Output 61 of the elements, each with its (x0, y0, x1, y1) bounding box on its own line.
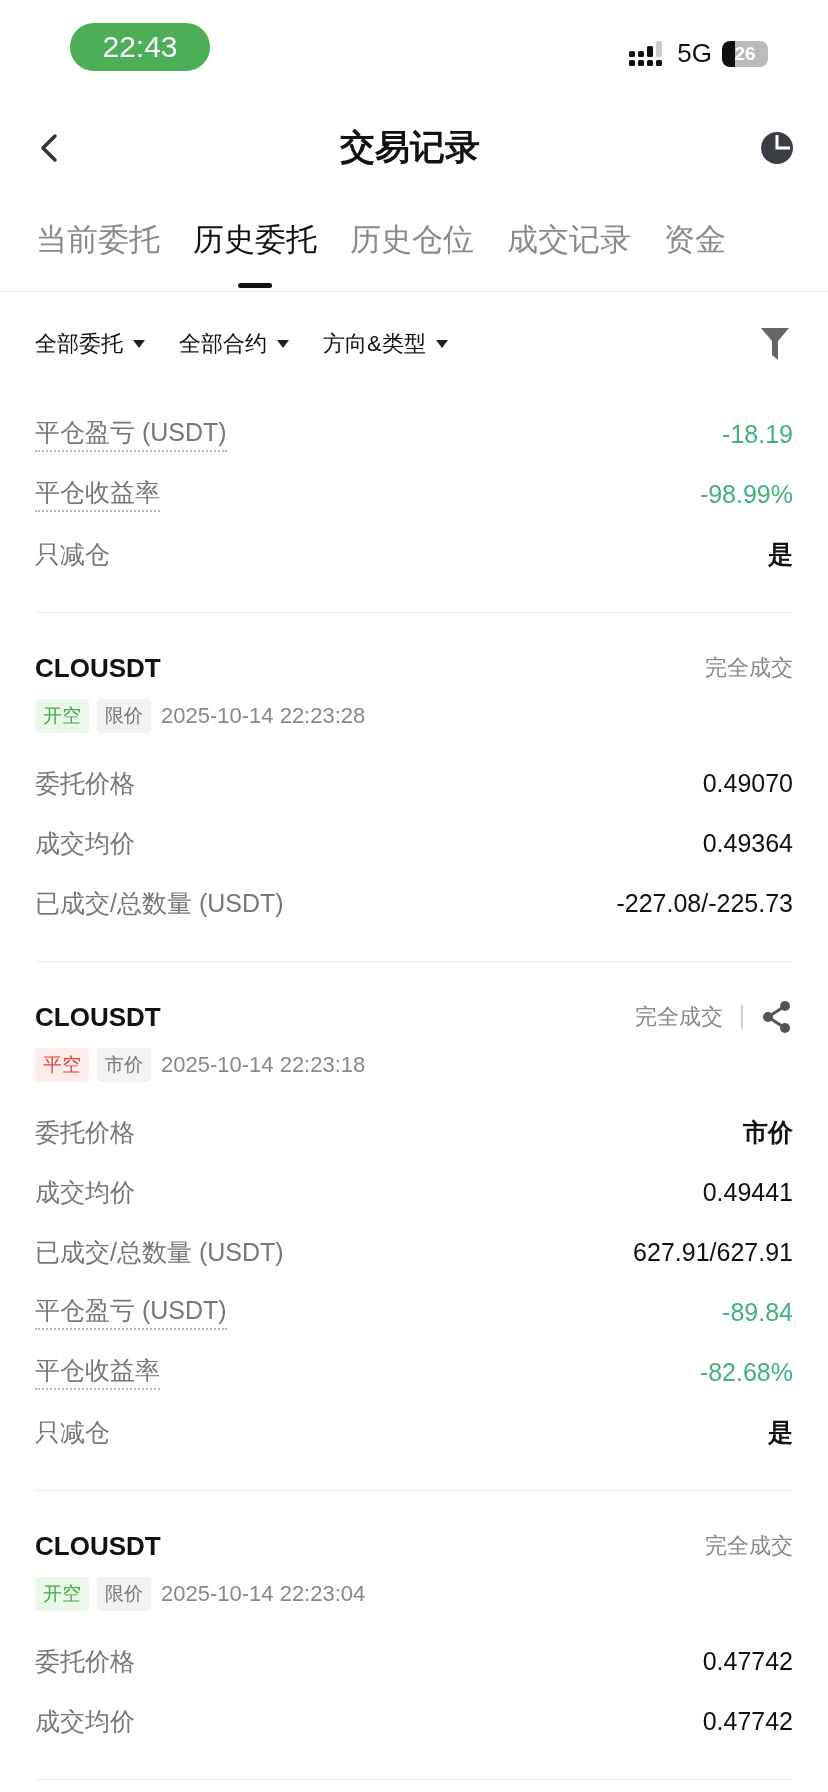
symbol-name: CLOUSDT (35, 1001, 161, 1033)
field-label: 委托价格 (35, 1645, 135, 1677)
network-label: 5G (677, 38, 712, 69)
field-label: 成交均价 (35, 1705, 135, 1737)
order-time: 2025-10-14 22:23:04 (161, 1581, 366, 1607)
field-value: 627.91/627.91 (633, 1237, 793, 1267)
share-icon (761, 1000, 793, 1034)
field-value: 是 (768, 1416, 793, 1448)
field-value: 0.47742 (702, 1706, 793, 1736)
order-tag: 开空 (35, 699, 89, 733)
order-tag: 平空 (35, 1048, 89, 1082)
field-value: 是 (768, 538, 793, 570)
field-value: 0.47742 (702, 1646, 793, 1676)
battery-icon: 26 (722, 40, 768, 67)
field-label: 已成交/总数量 (USDT) (35, 887, 284, 919)
clock-time: 22:43 (70, 22, 210, 71)
order-time: 2025-10-14 22:23:28 (161, 703, 366, 729)
field-label: 平仓盈亏 (USDT) (35, 1294, 227, 1330)
back-icon (38, 132, 60, 163)
order-status: 完全成交 (705, 654, 793, 682)
back-button[interactable] (38, 132, 60, 163)
filter-dropdown[interactable]: 全部合约 (179, 329, 289, 359)
caret-icon (277, 340, 289, 348)
field-label: 委托价格 (35, 767, 135, 799)
field-value: 0.49441 (702, 1177, 793, 1207)
order-tag: 市价 (97, 1048, 151, 1082)
tab-indicator (238, 283, 272, 288)
field-label: 平仓盈亏 (USDT) (35, 416, 227, 452)
field-label: 只减仓 (35, 1416, 110, 1448)
field-value: -227.08/-225.73 (616, 888, 793, 918)
field-value: 0.49070 (702, 768, 793, 798)
filter-button[interactable] (760, 327, 790, 361)
field-label: 只减仓 (35, 538, 110, 570)
field-label: 平仓收益率 (35, 1354, 160, 1390)
order-tag: 开空 (35, 1577, 89, 1611)
caret-icon (133, 340, 145, 348)
filter-dropdown[interactable]: 全部委托 (35, 329, 145, 359)
symbol-name: CLOUSDT (35, 652, 161, 684)
symbol-name: CLOUSDT (35, 1530, 161, 1562)
filter-dropdown[interactable]: 方向&类型 (323, 329, 448, 359)
field-value: -89.84 (722, 1297, 793, 1327)
share-button[interactable] (761, 1000, 793, 1034)
field-label: 委托价格 (35, 1116, 135, 1148)
order-tag: 限价 (97, 1577, 151, 1611)
page-title: 交易记录 (340, 126, 480, 168)
filter-icon (760, 327, 790, 361)
order-status: 完全成交 (705, 1532, 793, 1560)
field-value: -82.68% (699, 1357, 793, 1387)
field-label: 成交均价 (35, 827, 135, 859)
field-label: 已成交/总数量 (USDT) (35, 1236, 284, 1268)
order-time: 2025-10-14 22:23:18 (161, 1052, 366, 1078)
caret-icon (435, 340, 448, 348)
tab[interactable]: 历史委托 (193, 200, 317, 291)
field-label: 平仓收益率 (35, 476, 160, 512)
field-value: 市价 (743, 1116, 793, 1148)
field-label: 成交均价 (35, 1176, 135, 1208)
field-value: -18.19 (722, 419, 793, 449)
field-value: -98.99% (699, 479, 793, 509)
order-tag: 限价 (97, 699, 151, 733)
field-value: 0.49364 (702, 828, 793, 858)
order-status: 完全成交 (635, 1003, 723, 1031)
